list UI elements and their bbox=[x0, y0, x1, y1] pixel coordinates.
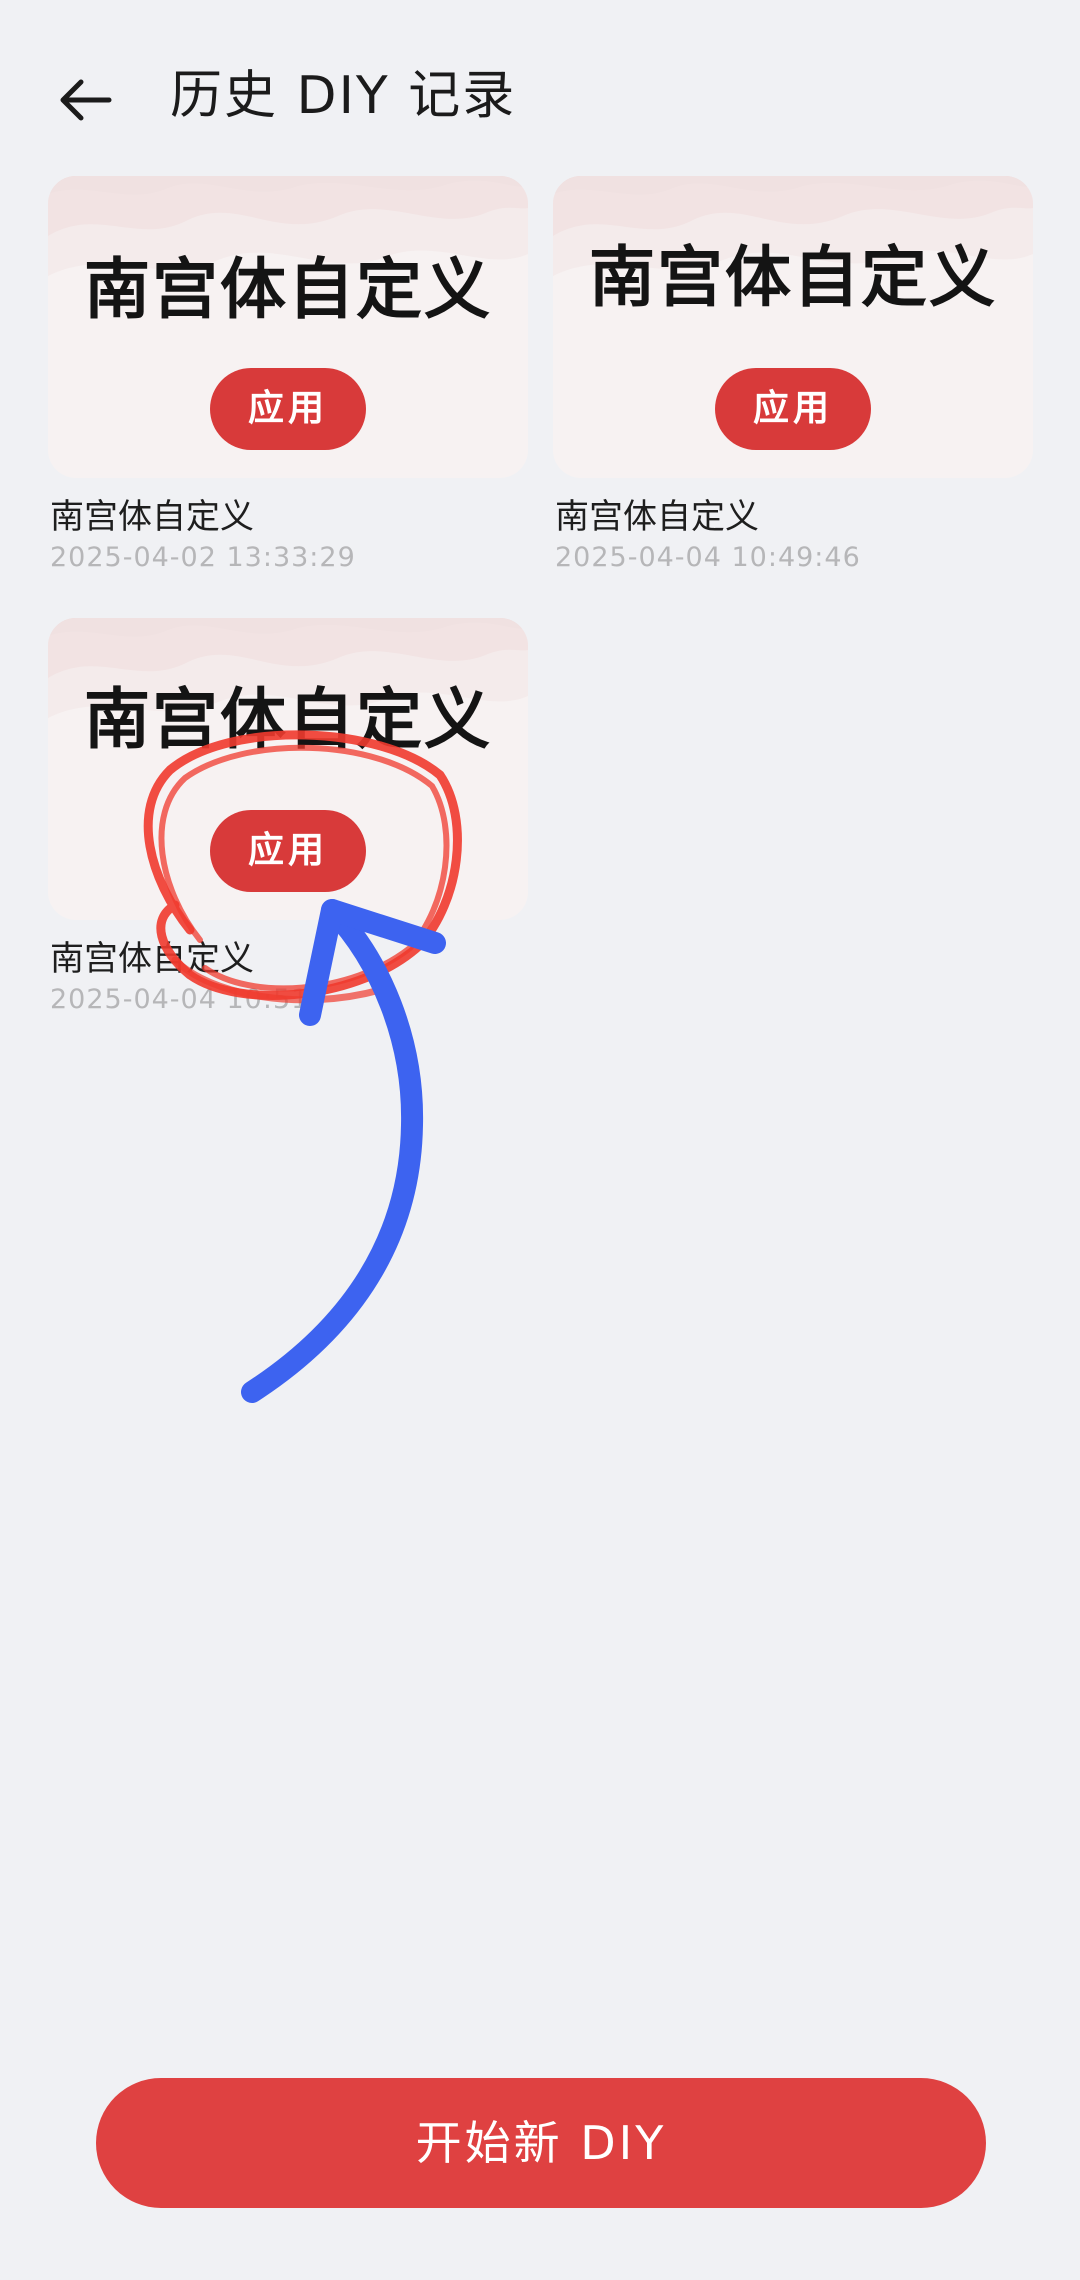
record-timestamp: 2025-04-04 10:51: bbox=[50, 984, 320, 1015]
record-card[interactable]: 南宫体自定义 应用 南宫体自定义 2025-04-02 13:33:29 bbox=[48, 176, 528, 573]
record-name: 南宫体自定义 bbox=[555, 497, 759, 537]
thumbnail-title: 南宫体自定义 bbox=[84, 251, 492, 328]
record-name: 南宫体自定义 bbox=[50, 497, 254, 537]
record-card[interactable]: 南宫体自定义 应用 南宫体自定义 2025-04-04 10:51: bbox=[48, 618, 528, 1015]
thumbnail-title: 南宫体自定义 bbox=[589, 239, 997, 316]
apply-button[interactable]: 应用 bbox=[210, 368, 366, 450]
thumbnail-title: 南宫体自定义 bbox=[84, 681, 492, 758]
record-timestamp: 2025-04-02 13:33:29 bbox=[50, 542, 356, 573]
record-thumbnail[interactable]: 南宫体自定义 应用 bbox=[48, 176, 528, 478]
start-new-diy-button[interactable]: 开始新 DIY bbox=[96, 2078, 986, 2208]
record-thumbnail[interactable]: 南宫体自定义 应用 bbox=[48, 618, 528, 920]
record-card[interactable]: 南宫体自定义 应用 南宫体自定义 2025-04-04 10:49:46 bbox=[553, 176, 1033, 573]
arrow-left-icon bbox=[60, 79, 112, 121]
page-title: 历史 DIY 记录 bbox=[170, 66, 517, 126]
apply-button[interactable]: 应用 bbox=[210, 810, 366, 892]
record-thumbnail[interactable]: 南宫体自定义 应用 bbox=[553, 176, 1033, 478]
header-bar: 历史 DIY 记录 bbox=[0, 0, 1080, 200]
record-name: 南宫体自定义 bbox=[50, 939, 254, 979]
apply-button[interactable]: 应用 bbox=[715, 368, 871, 450]
back-button[interactable] bbox=[40, 60, 130, 140]
record-timestamp: 2025-04-04 10:49:46 bbox=[555, 542, 861, 573]
